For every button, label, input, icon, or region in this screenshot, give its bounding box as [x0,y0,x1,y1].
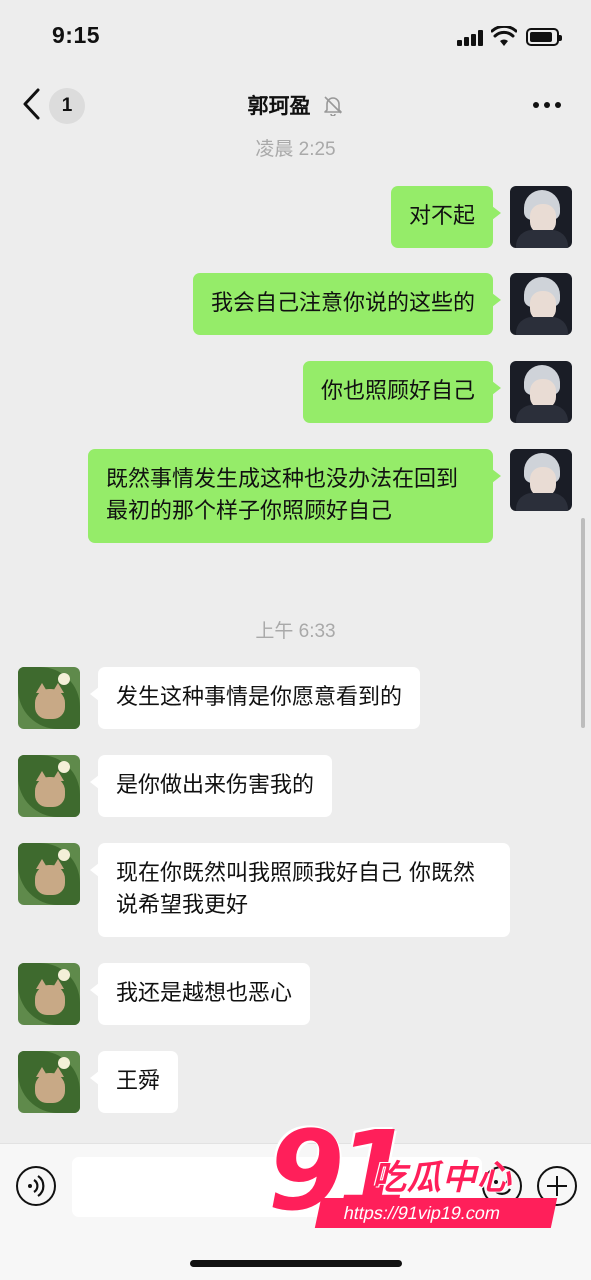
voice-icon[interactable] [16,1166,56,1206]
timestamp: 上午 6:33 [255,621,336,642]
status-bar: 9:15 [0,0,591,74]
avatar[interactable] [510,449,572,511]
timestamp: 凌晨 2:25 [255,139,336,160]
avatar[interactable] [510,361,572,423]
avatar[interactable] [510,186,572,248]
watermark: 91 吃瓜中心 https://91vip19.com [268,1116,578,1238]
home-indicator [190,1260,402,1267]
message-bubble-outgoing[interactable]: 对不起 [390,186,502,248]
avatar[interactable] [18,963,80,1025]
status-time: 9:15 [52,22,101,48]
message-bubble-outgoing[interactable]: 既然事情发生成这种也没办法在回到最初的那个样子你照顾好自己 [88,449,501,543]
avatar[interactable] [18,843,80,905]
message-bubble-outgoing[interactable]: 你也照顾好自己 [302,361,502,423]
battery-icon [526,28,562,46]
avatar[interactable] [18,667,80,729]
mute-bell-icon [323,96,342,116]
title-wrap: 郭珂盈 [0,90,591,122]
message-bubble-incoming[interactable]: 现在你既然叫我照顾我好自己 你既然说希望我更好 [90,843,510,937]
watermark-url: https://91vip19.com [314,1198,558,1228]
scrollbar[interactable] [581,518,585,728]
message-bubble-outgoing[interactable]: 我会自己注意你说的这些的 [192,273,502,335]
avatar[interactable] [510,273,572,335]
avatar[interactable] [18,1051,80,1113]
watermark-brand: 吃瓜中心 [372,1158,512,1198]
message-bubble-incoming[interactable]: 我还是越想也恶心 [89,963,311,1025]
message-bubble-incoming[interactable]: 是你做出来伤害我的 [89,755,333,817]
chat-title: 郭珂盈 [247,94,311,118]
wifi-icon [491,26,517,46]
signal-icon [457,30,484,46]
message-bubble-incoming[interactable]: 王舜 [89,1051,179,1113]
more-dots-icon[interactable] [533,102,563,110]
chat-header: 1 郭珂盈 [0,74,591,136]
avatar[interactable] [18,755,80,817]
message-bubble-incoming[interactable]: 发生这种事情是你愿意看到的 [89,667,421,729]
